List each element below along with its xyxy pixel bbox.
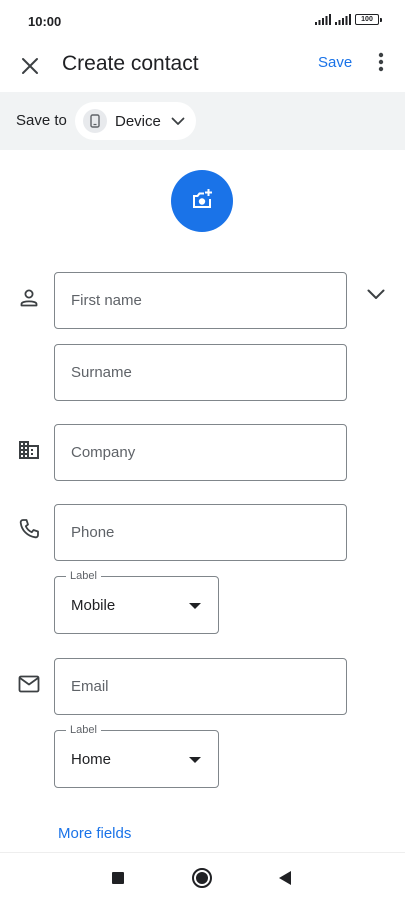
company-input[interactable] <box>55 425 346 480</box>
status-time: 10:00 <box>28 14 62 29</box>
close-icon <box>21 57 39 80</box>
save-to-bar: Save to Device <box>0 92 405 150</box>
save-to-label: Save to <box>16 112 67 129</box>
signal-icon <box>315 14 331 25</box>
home-circle-icon[interactable] <box>192 868 212 888</box>
first-name-field[interactable] <box>54 272 347 329</box>
phone-field[interactable] <box>54 504 347 561</box>
chevron-down-icon <box>171 117 185 126</box>
email-field[interactable] <box>54 658 347 715</box>
battery-icon: 100 <box>355 14 382 25</box>
status-icons: 100 <box>315 14 382 25</box>
company-field[interactable] <box>54 424 347 481</box>
email-input[interactable] <box>55 659 346 714</box>
page-title: Create contact <box>62 52 199 75</box>
email-label-value: Home <box>71 751 112 768</box>
add-photo-button[interactable] <box>171 170 233 232</box>
expand-name-button[interactable] <box>362 282 390 310</box>
phone-device-icon <box>83 109 107 133</box>
email-icon <box>17 672 41 696</box>
signal-icon-2 <box>335 14 351 25</box>
surname-input[interactable] <box>55 345 346 400</box>
add-photo-icon <box>190 188 214 215</box>
phone-label-value: Mobile <box>71 597 116 614</box>
more-fields-button[interactable]: More fields <box>58 825 131 842</box>
close-button[interactable] <box>14 52 46 84</box>
phone-label-caption: Label <box>66 569 101 583</box>
account-selector-chip[interactable]: Device <box>75 102 196 140</box>
save-button[interactable]: Save <box>310 52 360 76</box>
account-label: Device <box>115 112 161 130</box>
phone-icon <box>17 517 41 541</box>
business-icon <box>17 438 41 462</box>
more-vert-icon <box>378 52 384 77</box>
recents-square-icon[interactable] <box>112 872 124 884</box>
home-dot <box>196 872 208 884</box>
email-label-select[interactable]: Label Home <box>54 723 219 788</box>
back-triangle-icon[interactable] <box>279 871 291 885</box>
more-options-button[interactable] <box>368 50 394 78</box>
phone-label-select[interactable]: Label Mobile <box>54 569 219 634</box>
person-icon <box>17 286 41 310</box>
surname-field[interactable] <box>54 344 347 401</box>
phone-input[interactable] <box>55 505 346 560</box>
system-nav-bar <box>0 852 405 902</box>
dropdown-arrow-icon <box>189 757 201 763</box>
status-bar: 10:00 100 <box>0 0 405 44</box>
dropdown-arrow-icon <box>189 603 201 609</box>
email-label-caption: Label <box>66 723 101 737</box>
first-name-input[interactable] <box>55 273 346 328</box>
app-bar: Create contact Save <box>0 44 405 92</box>
chevron-down-icon <box>367 287 385 305</box>
